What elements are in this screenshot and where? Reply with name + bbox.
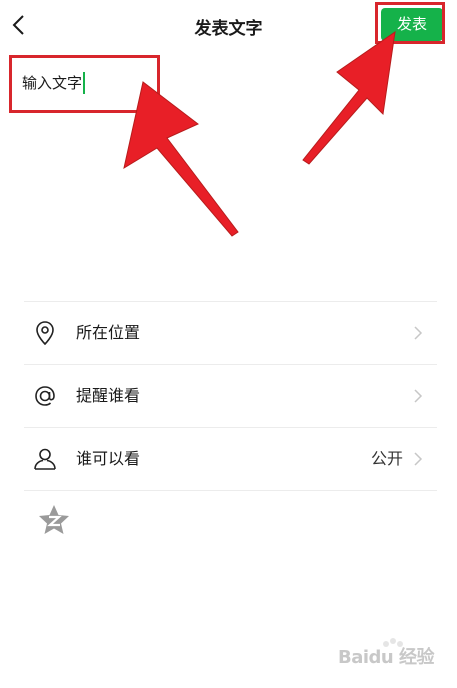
menu-item-visibility[interactable]: 谁可以看 公开 (24, 427, 437, 491)
menu-label-location: 所在位置 (76, 323, 141, 342)
qzone-star-icon[interactable] (37, 503, 71, 537)
at-sign-icon (35, 386, 55, 406)
menu-item-location[interactable]: 所在位置 (24, 301, 437, 364)
post-options-list: 所在位置 提醒谁看 谁可以看 公开 (24, 301, 437, 491)
menu-label-mention: 提醒谁看 (76, 386, 141, 405)
location-pin-icon (36, 321, 54, 346)
menu-value-visibility: 公开 (370, 449, 403, 468)
input-annotation-box (9, 55, 160, 113)
chevron-right-icon (414, 326, 423, 340)
person-icon (34, 448, 56, 470)
menu-item-mention[interactable]: 提醒谁看 (24, 364, 437, 427)
menu-label-visibility: 谁可以看 (76, 449, 141, 468)
chevron-right-icon (414, 389, 423, 403)
watermark-text: Baidu 经验 (338, 647, 435, 668)
arrow-to-publish (302, 30, 396, 165)
header-bar: 发表文字 发表 (0, 0, 457, 50)
chevron-right-icon (414, 452, 423, 466)
publish-annotation-box (375, 2, 445, 44)
